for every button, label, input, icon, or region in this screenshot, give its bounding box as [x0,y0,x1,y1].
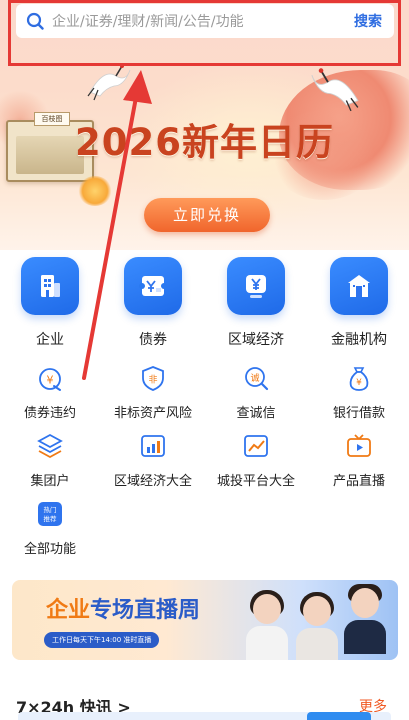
feature-label: 债券 [139,332,167,348]
sub-feature-label: 产品直播 [332,474,385,489]
bond-icon [139,276,167,296]
host-avatar [294,592,340,660]
sub-feature-label: 债券违约 [23,406,76,421]
sub-feature-all-functions[interactable]: 热门 推荐 全部功能 [0,500,100,557]
host-avatar [342,584,388,654]
line-chart-icon [244,435,268,457]
feature-financial-institution[interactable]: 金融机构 [319,254,399,350]
hot-recommend-icon: 热门 推荐 [38,502,62,526]
sub-feature-label: 城投平台大全 [216,474,295,489]
live-title: 专场直播周 [90,598,201,623]
sub-feature-label: 银行借款 [332,406,385,421]
redeem-button[interactable]: 立即兑换 [144,198,270,232]
sub-feature-group-account[interactable]: 集团户 [0,432,100,489]
news-card-tab [307,712,371,720]
shield-icon: 非 [142,366,164,391]
feature-bond[interactable]: 债券 [113,254,193,350]
feature-label: 区域经济 [228,332,284,348]
sub-feature-label: 非标资产风险 [113,406,192,421]
sub-feature-label: 查诚信 [236,406,276,421]
search-icon [26,12,44,30]
layers-icon [37,433,63,459]
search-button[interactable]: 搜索 [354,11,382,31]
sub-feature-credit-check[interactable]: 诚 查诚信 [206,364,306,421]
sub-feature-label: 区域经济大全 [113,474,192,489]
flower-decoration [78,176,112,206]
building-icon [41,275,60,297]
magnifier-icon: 诚 [245,367,269,391]
tile-bond [124,257,182,315]
svg-text:诚: 诚 [250,372,259,384]
tv-icon [347,434,371,457]
search-bar[interactable]: 企业/证券/理财/新闻/公告/功能 搜索 [16,4,394,38]
banner-headline: 2026新年日历 [75,121,334,164]
sub-feature-regional-economy-all[interactable]: 区域经济大全 [103,432,203,489]
news-card-edge [18,712,391,720]
sub-feature-lgfv-platform-all[interactable]: 城投平台大全 [206,432,306,489]
tile-regional-economy [227,257,285,315]
tile-financial-institution [330,257,388,315]
sub-feature-nonstandard-risk[interactable]: 非 非标资产风险 [103,364,203,421]
bank-icon [348,275,370,297]
crane-right-icon [311,68,359,112]
main-feature-row: 企业 债券 区域经济 金融机构 [0,254,409,354]
svg-text:¥: ¥ [47,374,54,387]
sub-feature-bank-loan[interactable]: ¥ 银行借款 [309,364,409,421]
live-stream-banner[interactable]: 企业 专场直播周 工作日每天下午14:00 准时直播 [12,580,398,660]
live-schedule: 工作日每天下午14:00 准时直播 [44,632,160,648]
svg-text:¥: ¥ [356,378,362,388]
svg-text:热门: 热门 [44,505,57,514]
bar-chart-icon [141,435,165,457]
host-avatar [244,590,290,660]
yuan-icon [246,275,266,298]
feature-label: 企业 [36,332,64,348]
sub-feature-label: 全部功能 [23,542,76,557]
crane-left-icon [87,64,131,101]
sub-feature-label: 集团户 [30,474,70,489]
feature-enterprise[interactable]: 企业 [10,254,90,350]
live-title-accent: 企业 [46,598,91,623]
feature-regional-economy[interactable]: 区域经济 [216,254,296,350]
secondary-feature-grid: ¥ 债券违约 非 非标资产风险 诚 查诚信 ¥ 银行借款 集团户 区域经济大全 … [0,360,409,560]
svg-text:非: 非 [148,374,157,386]
search-input[interactable]: 企业/证券/理财/新闻/公告/功能 [52,11,354,31]
coin-bag-icon: ¥ [39,368,61,391]
svg-text:推荐: 推荐 [44,514,58,523]
tile-enterprise [21,257,79,315]
money-bag-icon: ¥ [349,367,369,391]
sub-feature-bond-default[interactable]: ¥ 债券违约 [0,364,100,421]
sub-feature-product-live[interactable]: 产品直播 [309,432,409,489]
feature-label: 金融机构 [331,332,387,348]
